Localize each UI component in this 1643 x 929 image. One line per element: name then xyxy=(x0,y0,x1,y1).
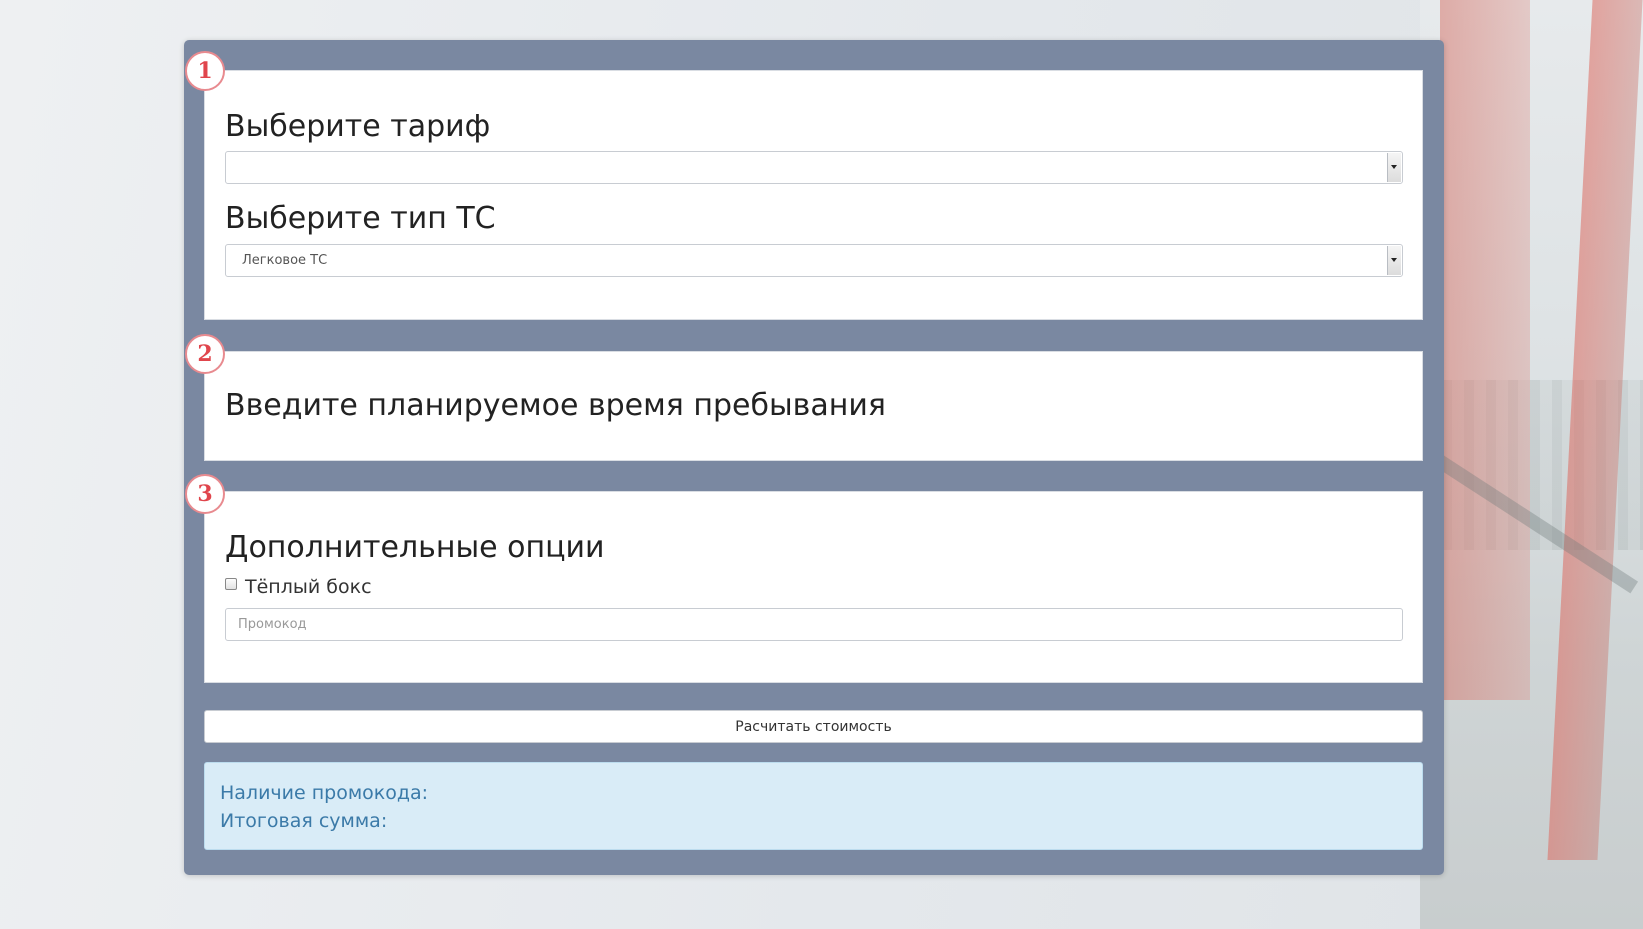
stay-time-card: 2 Введите планируемое время пребывания xyxy=(185,334,1423,461)
warm-box-checkbox[interactable] xyxy=(225,578,237,590)
promo-code-input[interactable] xyxy=(225,608,1403,641)
tariff-heading: Выберите тариф xyxy=(225,109,491,144)
options-heading: Дополнительные опции xyxy=(225,530,605,565)
stay-time-heading: Введите планируемое время пребывания xyxy=(225,388,886,423)
calculate-button[interactable]: Расчитать стоимость xyxy=(204,710,1423,743)
background-scene xyxy=(1420,0,1643,929)
options-card: 3 Дополнительные опции Тёплый бокс xyxy=(185,474,1423,683)
promo-status-label: Наличие промокода: xyxy=(220,782,429,804)
step-badge-1: 1 xyxy=(185,51,225,91)
result-box: Наличие промокода: Итоговая сумма: xyxy=(204,762,1423,850)
step-badge-2: 2 xyxy=(185,334,225,374)
step-badge-3: 3 xyxy=(185,474,225,514)
warm-box-option[interactable]: Тёплый бокс xyxy=(225,576,372,598)
chevron-down-icon[interactable] xyxy=(1387,153,1401,182)
vehicle-type-select[interactable]: Легковое ТС xyxy=(225,244,1403,277)
chevron-down-icon[interactable] xyxy=(1387,246,1401,275)
background-red-beam-left xyxy=(1440,0,1530,700)
tariff-select[interactable] xyxy=(225,151,1403,184)
vehicle-type-heading: Выберите тип ТС xyxy=(225,201,496,236)
tariff-card: 1 Выберите тариф Выберите тип ТС Легково… xyxy=(185,51,1423,320)
vehicle-type-select-value: Легковое ТС xyxy=(242,253,328,268)
warm-box-label[interactable]: Тёплый бокс xyxy=(245,576,372,598)
calculator-panel: 1 Выберите тариф Выберите тип ТС Легково… xyxy=(184,40,1444,875)
total-sum-label: Итоговая сумма: xyxy=(220,810,388,832)
